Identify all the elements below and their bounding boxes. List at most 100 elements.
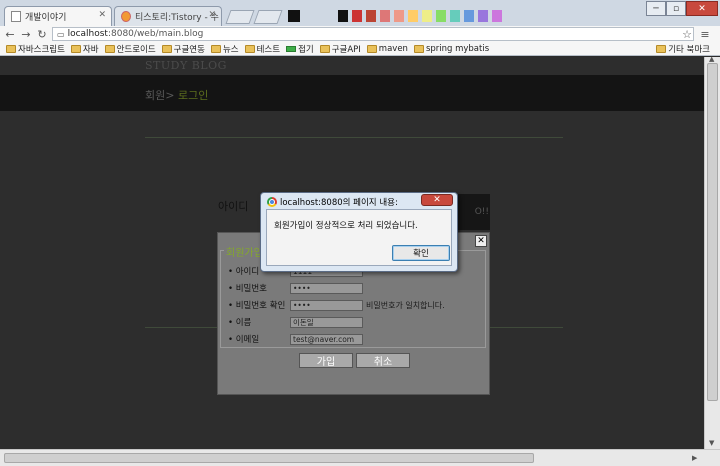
alert-title: localhost:8080의 페이지 내용: [267,196,398,208]
tab-title: 개발이야기 [25,13,67,23]
tab-inactive[interactable]: 티스토리:Tistory - 수 ✕ [114,6,222,26]
bookmark-item[interactable]: spring mybatis [413,43,490,54]
password-confirm-input[interactable]: •••• [290,299,363,311]
bookmark-item[interactable]: 접기 [286,43,314,55]
maximize-button[interactable]: ▫ [666,1,686,16]
swatch-7 [422,10,432,22]
bookmark-item[interactable]: 안드로이드 [104,43,156,55]
alert-close-button[interactable]: ✕ [421,194,453,206]
bookmark-label: maven [378,43,408,54]
panel-text: O!! [474,207,489,217]
back-icon[interactable]: ← [3,27,17,41]
address-path: :8080/web/main.blog [107,29,204,39]
star-icon[interactable]: ☆ [680,27,694,41]
folder-icon [70,44,81,53]
browser-toolbar: ← → ↻ ▭ localhost:8080/web/main.blog ☆ ≡ [0,26,720,42]
scrollbar-thumb[interactable] [707,63,718,401]
bookmark-item[interactable]: 구글API [319,43,361,55]
form-row-email: • 이메일 test@naver.com [228,333,363,345]
bookmark-icon [286,45,297,52]
swatch-8 [436,10,446,22]
header-bar [0,75,704,111]
swatch-3 [366,10,376,22]
folder-icon [210,44,221,53]
bookmark-item[interactable]: 구글연동 [161,43,205,55]
form-row-password-confirm: • 비밀번호 확인 •••• 비밀번호가 일치합니다. [228,299,445,311]
tab-close-icon[interactable]: ✕ [98,10,106,20]
bookmark-item[interactable]: 자바스크립트 [6,43,65,55]
form-row-name: • 이름 이돈일 [228,316,363,328]
bookmark-label: 자바스크립트 [18,44,65,55]
bookmark-item[interactable]: 테스트 [244,43,281,55]
other-bookmarks[interactable]: 기타 북마크 [656,43,710,55]
password-input[interactable]: •••• [290,282,363,294]
field-label: • 이름 [228,318,252,328]
folder-icon [104,44,115,53]
folder-icon [366,44,377,53]
submit-button[interactable]: 가입 [299,353,353,368]
swatch-11 [478,10,488,22]
swatch-10 [464,10,474,22]
alert-title-text: localhost:8080의 페이지 내용: [280,198,398,208]
scroll-right-icon[interactable]: ▶ [692,454,697,462]
menu-icon[interactable]: ≡ [698,27,712,41]
swatch-5 [394,10,404,22]
password-match-note: 비밀번호가 일치합니다. [366,300,445,310]
page-info-icon: ▭ [57,29,65,39]
tab-active[interactable]: 개발이야기 ✕ [4,6,112,26]
breadcrumb-current: 로그인 [174,89,209,102]
field-label: • 비밀번호 [228,284,267,294]
tab-title: 티스토리:Tistory - 수 [135,13,219,23]
bookmarks-bar: 자바스크립트 자바 안드로이드 구글연동 뉴스 테스트 접기 구글API mav… [0,42,720,56]
close-icon[interactable]: ✕ [475,235,487,247]
address-host: localhost [67,29,108,39]
field-label: • 이메일 [228,335,260,345]
scroll-up-icon[interactable]: ▲ [709,55,714,63]
login-panel-edge: O!! [458,194,490,230]
bookmark-item[interactable]: maven [366,43,408,54]
minimize-button[interactable]: ─ [646,1,666,16]
forward-icon[interactable]: → [19,27,33,41]
swatch-6 [408,10,418,22]
bookmark-label: 안드로이드 [116,44,156,55]
breadcrumb: 회원> 로그인 [145,87,208,103]
other-bookmarks-label: 기타 북마크 [668,44,710,55]
email-input[interactable]: test@naver.com [290,333,363,345]
close-window-button[interactable]: ✕ [686,1,718,16]
vertical-scrollbar[interactable]: ▲ ▼ [704,55,720,449]
swatch-4 [380,10,390,22]
swatch-9 [450,10,460,22]
ok-button[interactable]: 확인 [392,245,450,261]
bookmark-label: 테스트 [256,44,281,55]
new-tab-button[interactable] [253,10,283,24]
bookmark-label: 구글API [331,44,361,55]
address-bar[interactable]: ▭ localhost:8080/web/main.blog [52,27,694,41]
folder-icon [319,44,330,53]
name-input[interactable]: 이돈일 [290,316,363,328]
bookmark-item[interactable]: 자바 [70,43,99,55]
new-tab-button[interactable] [225,10,255,24]
scroll-down-icon[interactable]: ▼ [709,439,714,447]
horizontal-scrollbar-thumb[interactable] [4,453,534,463]
folder-icon [6,44,16,53]
bookmark-label: spring mybatis [425,43,490,54]
login-id-label: 아이디 [218,200,249,213]
alert-dialog: localhost:8080의 페이지 내용: ✕ 회원가입이 정상적으로 처리… [260,192,458,272]
horizontal-scrollbar[interactable]: ▶ [0,449,720,466]
page-icon [11,11,21,22]
tab-close-icon[interactable]: ✕ [208,10,216,20]
bookmark-item[interactable]: 뉴스 [210,43,239,55]
reload-icon[interactable]: ↻ [35,27,49,41]
form-row-password: • 비밀번호 •••• [228,282,363,294]
folder-icon [413,44,424,53]
blog-title[interactable]: STUDY BLOG [145,59,227,72]
folder-icon [161,44,172,53]
alert-body: 회원가입이 정상적으로 처리 되었습니다. 확인 [266,209,452,266]
folder-icon [656,44,667,53]
breadcrumb-parent: 회원> [145,89,175,102]
swatch-12 [492,10,502,22]
folder-icon [244,44,255,53]
bookmark-label: 뉴스 [222,44,239,55]
cancel-button[interactable]: 취소 [356,353,410,368]
divider [145,137,563,138]
